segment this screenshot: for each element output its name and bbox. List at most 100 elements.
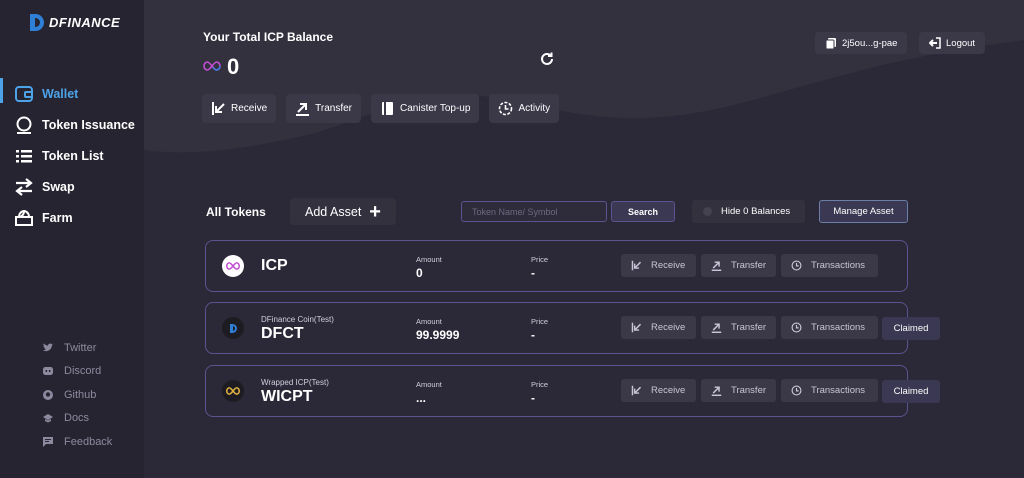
docs-icon <box>42 412 54 424</box>
wicp-logo-icon <box>222 380 244 402</box>
transactions-label: Transactions <box>811 322 866 333</box>
sidebar-item-label: Token List <box>42 148 104 163</box>
receive-arrow-icon <box>631 385 642 396</box>
transfer-label: Transfer <box>731 322 767 333</box>
dfinance-token-logo-icon <box>222 317 244 339</box>
toggle-dot-icon <box>703 207 712 216</box>
canister-icon <box>382 102 394 115</box>
token-name: Wrapped ICP(Test) <box>261 378 329 387</box>
token-transactions-button[interactable]: Transactions <box>781 379 878 402</box>
sidebar-item-label: Farm <box>42 210 73 225</box>
price-value: - <box>531 391 535 405</box>
token-row-wicpt: Wrapped ICP(Test) WICPT Amount ... Price… <box>205 365 940 417</box>
token-issuance-icon <box>14 115 34 135</box>
account-id: 2j5ou...g-pae <box>842 37 898 49</box>
sidebar-item-token-issuance[interactable]: Token Issuance <box>0 109 144 140</box>
plus-icon: + <box>369 200 381 223</box>
app-name: DFINANCE <box>49 15 121 30</box>
token-search-input[interactable] <box>461 201 607 222</box>
total-balance: 0 <box>203 54 239 80</box>
transfer-arrow-icon <box>711 323 722 333</box>
logout-label: Logout <box>946 37 976 49</box>
token-row-dfct: DFinance Coin(Test) DFCT Amount 99.9999 … <box>205 302 940 354</box>
social-link-label: Twitter <box>64 341 97 354</box>
add-asset-label: Add Asset <box>305 204 362 219</box>
account-button[interactable]: 2j5ou...g-pae <box>815 32 908 54</box>
amount-value: 0 <box>416 266 423 280</box>
sidebar-item-token-list[interactable]: Token List <box>0 140 144 171</box>
clock-icon <box>791 322 802 333</box>
amount-value: ... <box>416 391 427 405</box>
swap-icon <box>14 177 34 197</box>
token-name: DFinance Coin(Test) <box>261 315 334 324</box>
transfer-arrow-icon <box>711 261 722 271</box>
farm-icon <box>14 208 34 228</box>
price-label: Price <box>531 255 549 264</box>
copy-icon <box>825 38 836 49</box>
claimed-button[interactable]: Claimed <box>882 380 940 403</box>
token-transfer-button[interactable]: Transfer <box>701 379 776 402</box>
amount-label: Amount <box>416 380 442 389</box>
search-button[interactable]: Search <box>611 201 675 222</box>
price-label: Price <box>531 317 549 326</box>
discord-icon <box>42 365 54 377</box>
receive-button[interactable]: Receive <box>202 94 277 123</box>
sidebar-item-label: Token Issuance <box>42 117 135 132</box>
token-transactions-button[interactable]: Transactions <box>781 254 878 277</box>
sidebar-item-wallet[interactable]: Wallet <box>0 78 144 109</box>
transactions-label: Transactions <box>811 385 866 396</box>
price-value: - <box>531 266 535 280</box>
receive-arrow-icon <box>212 102 225 115</box>
hide-zero-balances-toggle[interactable]: Hide 0 Balances <box>692 200 805 223</box>
transfer-button[interactable]: Transfer <box>286 94 362 123</box>
token-transactions-button[interactable]: Transactions <box>781 316 878 339</box>
add-asset-button[interactable]: Add Asset + <box>290 198 396 225</box>
transfer-arrow-icon <box>296 103 310 116</box>
sidebar-item-farm[interactable]: Farm <box>0 202 144 233</box>
token-receive-button[interactable]: Receive <box>621 379 696 402</box>
receive-arrow-icon <box>631 260 642 271</box>
social-link-docs[interactable]: Docs <box>42 407 112 431</box>
activity-button-label: Activity <box>518 103 551 114</box>
price-label: Price <box>531 380 549 389</box>
hero-banner <box>144 0 1024 170</box>
balance-title: Your Total ICP Balance <box>203 30 334 44</box>
sidebar: DFINANCE Wallet Token Issuance Token Lis… <box>0 0 144 478</box>
token-symbol: ICP <box>261 257 288 274</box>
canister-topup-button[interactable]: Canister Top-up <box>371 94 480 123</box>
feedback-icon <box>42 436 54 448</box>
clock-icon <box>791 260 802 271</box>
social-link-feedback[interactable]: Feedback <box>42 430 112 454</box>
social-links: Twitter Discord Github Docs Feedback <box>42 336 112 454</box>
sidebar-nav: Wallet Token Issuance Token List Swap Fa… <box>0 78 144 233</box>
hide-zero-label: Hide 0 Balances <box>721 206 791 217</box>
receive-label: Receive <box>651 260 686 271</box>
refresh-icon[interactable] <box>539 51 555 67</box>
token-receive-button[interactable]: Receive <box>621 254 696 277</box>
amount-label: Amount <box>416 317 442 326</box>
claimed-button[interactable]: Claimed <box>882 317 940 340</box>
app-logo[interactable]: DFINANCE <box>30 14 120 31</box>
social-link-discord[interactable]: Discord <box>42 360 112 384</box>
social-link-twitter[interactable]: Twitter <box>42 336 112 360</box>
receive-label: Receive <box>651 385 686 396</box>
token-transfer-button[interactable]: Transfer <box>701 316 776 339</box>
logout-button[interactable]: Logout <box>919 32 986 54</box>
manage-asset-button[interactable]: Manage Asset <box>819 200 908 223</box>
transfer-arrow-icon <box>711 386 722 396</box>
sidebar-item-swap[interactable]: Swap <box>0 171 144 202</box>
transfer-label: Transfer <box>731 260 767 271</box>
amount-label: Amount <box>416 255 442 264</box>
social-link-label: Docs <box>64 412 90 425</box>
activity-button[interactable]: Activity <box>489 94 560 123</box>
transfer-button-label: Transfer <box>315 103 353 114</box>
social-link-github[interactable]: Github <box>42 383 112 407</box>
receive-arrow-icon <box>631 322 642 333</box>
github-icon <box>42 389 54 401</box>
token-transfer-button[interactable]: Transfer <box>701 254 776 277</box>
amount-value: 99.9999 <box>416 328 460 342</box>
token-receive-button[interactable]: Receive <box>621 316 696 339</box>
icp-infinity-icon <box>203 58 221 76</box>
twitter-icon <box>42 342 54 354</box>
token-symbol: DFCT <box>261 325 304 342</box>
